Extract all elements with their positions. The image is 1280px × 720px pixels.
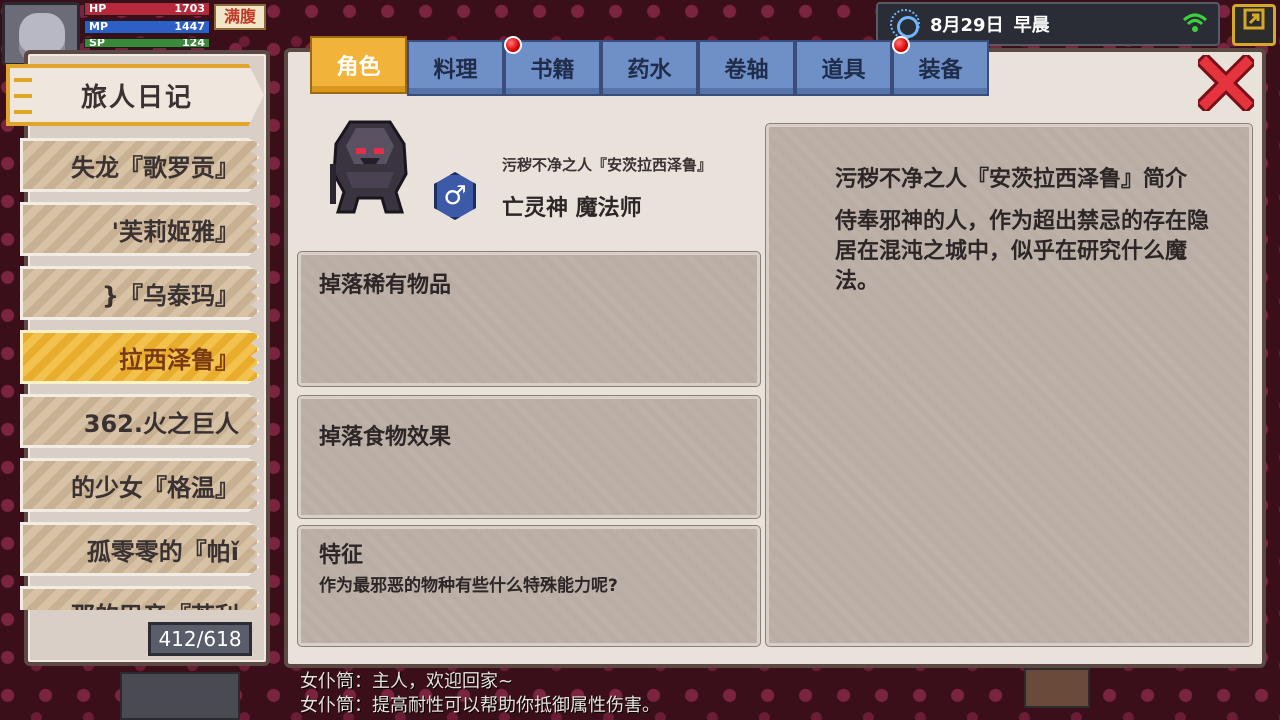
monster-portrait xyxy=(326,114,414,218)
traits-title: 特征 xyxy=(319,543,364,568)
hp-label: HP xyxy=(89,2,107,15)
journal-entry[interactable]: 失龙『歌罗贡』 xyxy=(20,138,260,192)
journal-entry[interactable]: }『乌泰玛』 xyxy=(20,266,260,320)
sun-icon xyxy=(890,9,920,39)
food-drop-title: 掉落食物效果 xyxy=(319,425,452,450)
expand-icon xyxy=(1243,8,1265,30)
notification-dot-icon xyxy=(892,36,910,54)
hp-value: 1703 xyxy=(174,2,205,15)
journal-entry[interactable]: 的少女『格温』 xyxy=(20,458,260,512)
description-section: 污秽不净之人『安茨拉西泽鲁』简介 侍奉邪神的人，作为超出禁忌的存在隐居在混沌之城… xyxy=(766,124,1252,646)
wifi-icon xyxy=(1182,12,1208,34)
hp-bar: HP 1703 xyxy=(84,2,210,16)
bottom-control-left xyxy=(120,672,240,720)
journal-entry[interactable]: 362.火之巨人 xyxy=(20,394,260,448)
close-button[interactable] xyxy=(1176,48,1276,118)
minimap-button[interactable] xyxy=(1232,4,1276,46)
tab-label: 药水 xyxy=(627,58,672,83)
traits-text: 作为最邪恶的物种有些什么特殊能力呢? xyxy=(319,576,618,596)
traits-section: 特征 作为最邪恶的物种有些什么特殊能力呢? xyxy=(298,526,760,646)
food-drop-section: 掉落食物效果 xyxy=(298,396,760,518)
mp-value: 1447 xyxy=(174,20,205,33)
journal-title-text: 旅人日记 xyxy=(80,82,193,113)
tab-2[interactable]: 书籍 xyxy=(504,36,601,96)
hunger-status-badge: 满腹 xyxy=(214,4,266,30)
tab-label: 装备 xyxy=(918,58,963,83)
journal-entry[interactable]: 孤零零的『帕ǐ xyxy=(20,522,260,576)
binder-rings-icon xyxy=(14,74,34,120)
mp-bar: MP 1447 xyxy=(84,20,210,34)
description-title: 污秽不净之人『安茨拉西泽鲁』简介 xyxy=(835,167,1188,192)
page-counter: 412/618 xyxy=(148,622,252,656)
close-icon xyxy=(1198,55,1254,111)
tab-1[interactable]: 料理 xyxy=(407,40,504,96)
monster-class: 亡灵神 魔法师 xyxy=(502,196,642,221)
sp-label: SP xyxy=(89,38,105,48)
time-of-day-text: 早晨 xyxy=(1013,15,1050,36)
tab-label: 道具 xyxy=(821,58,866,83)
chat-line: 女仆筒：主人，欢迎回家~ xyxy=(300,671,514,692)
mp-label: MP xyxy=(89,20,109,33)
journal-title: 旅人日记 xyxy=(6,64,264,126)
tab-label: 书籍 xyxy=(530,58,575,83)
chat-log: 女仆筒：主人，欢迎回家~ 女仆筒：提高耐性可以帮助你抵御属性伤害。 xyxy=(300,670,900,718)
tab-3[interactable]: 药水 xyxy=(601,40,698,96)
tab-4[interactable]: 卷轴 xyxy=(698,40,795,96)
journal-entry[interactable]: 那的巴音『若利 xyxy=(20,586,260,610)
sp-value: 124 xyxy=(182,38,205,48)
sp-bar: SP 124 xyxy=(84,38,210,48)
category-tabs: 角色 料理 书籍 药水 卷轴 道具 装备 xyxy=(310,36,989,98)
tab-0[interactable]: 角色 xyxy=(310,36,407,94)
journal-entry[interactable]: '芙莉姬雅』 xyxy=(20,202,260,256)
description-text: 侍奉邪神的人，作为超出禁忌的存在隐居在混沌之城中，似乎在研究什么魔法。 xyxy=(835,209,1210,294)
notification-dot-icon xyxy=(504,36,522,54)
bottom-control-right xyxy=(1024,668,1090,708)
tab-label: 角色 xyxy=(336,55,381,80)
chat-line: 女仆筒：提高耐性可以帮助你抵御属性伤害。 xyxy=(300,695,660,716)
rare-drop-section: 掉落稀有物品 xyxy=(298,252,760,386)
tab-label: 卷轴 xyxy=(724,58,769,83)
date-text: 8月29日 xyxy=(930,15,1004,36)
tab-label: 料理 xyxy=(433,58,478,83)
monster-name: 污秽不净之人『安茨拉西泽鲁』 xyxy=(502,156,713,174)
journal-entry[interactable]: 拉西泽鲁』 xyxy=(20,330,260,384)
journal-entry-list[interactable]: 失龙『歌罗贡』 '芙莉姬雅』 }『乌泰玛』 拉西泽鲁』 362.火之巨人 的少女『格温』孤… xyxy=(20,138,260,610)
tab-6[interactable]: 装备 xyxy=(892,36,989,96)
rare-drop-title: 掉落稀有物品 xyxy=(319,273,452,298)
tab-5[interactable]: 道具 xyxy=(795,40,892,96)
